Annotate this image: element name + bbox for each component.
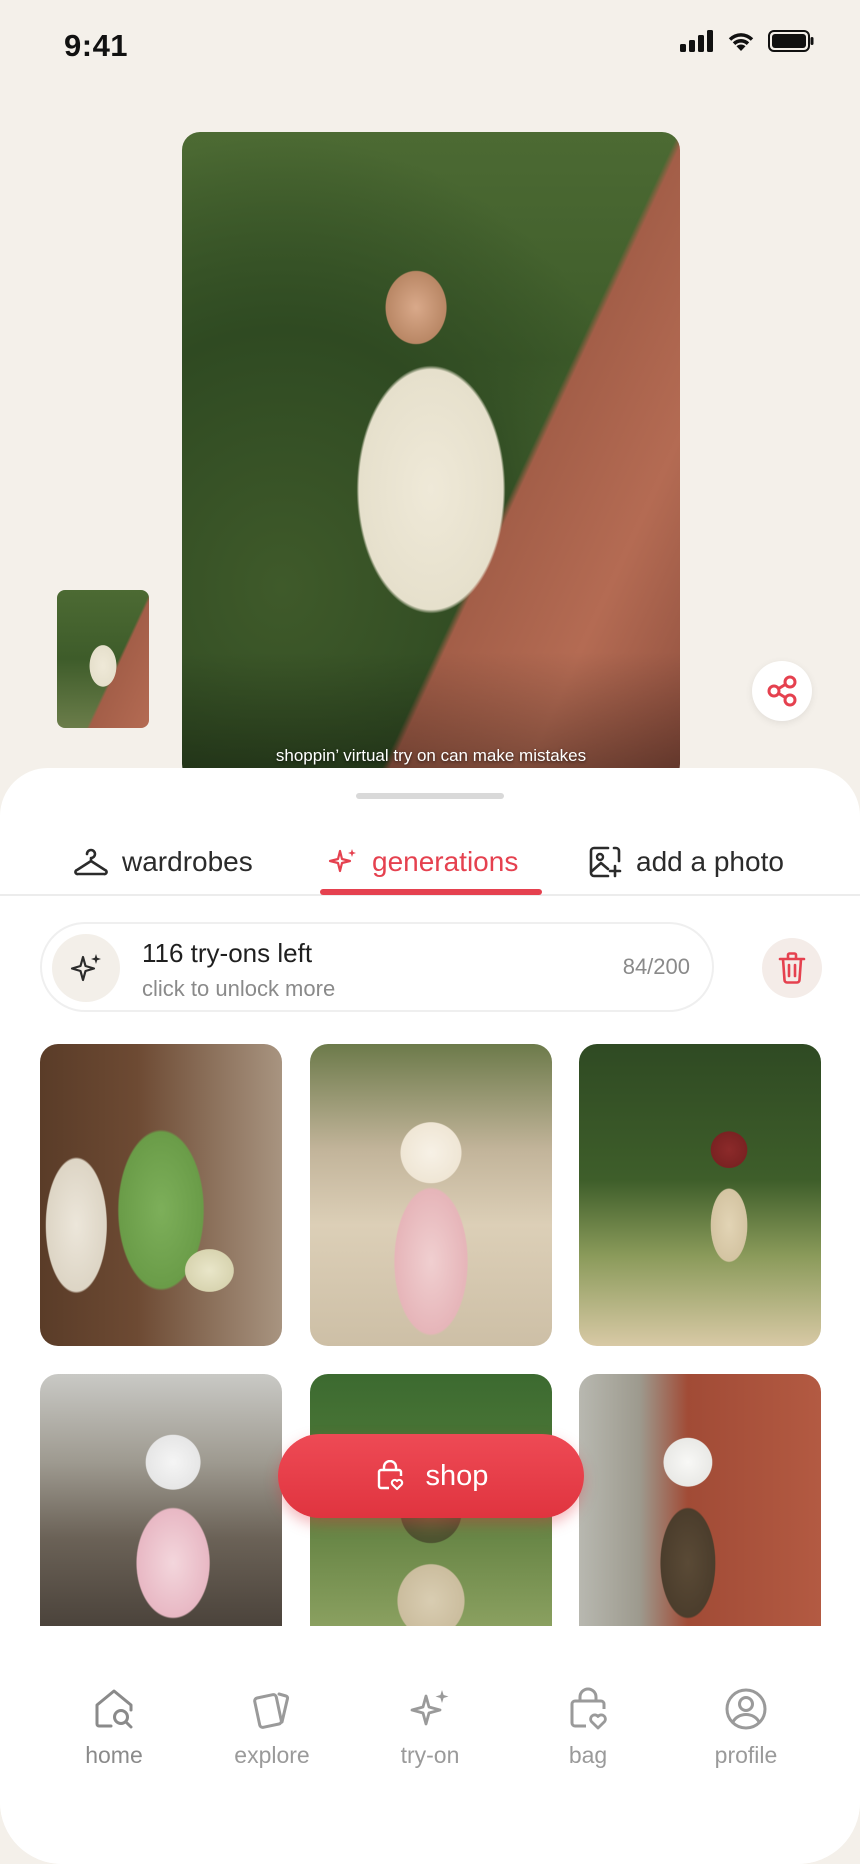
sparkle-badge [52,934,120,1002]
nav-home[interactable]: home [44,1686,184,1769]
battery-icon [768,30,814,52]
nav-label: bag [568,1742,608,1768]
sheet-drag-handle[interactable] [356,793,504,799]
bottom-sheet: wardrobes generations add a photo 116 tr… [0,768,860,1864]
delete-button[interactable] [762,938,822,998]
tab-label: wardrobes [122,846,253,877]
tryon-result-photo[interactable]: shoppin’ virtual try on can make mistake… [182,132,680,782]
nav-label: try-on [400,1742,460,1768]
sparkle-icon [328,849,356,873]
nav-try-on[interactable]: try-on [360,1686,500,1769]
nav-profile[interactable]: profile [676,1686,816,1769]
sparkle-icon [410,1690,449,1726]
generation-thumbnail[interactable] [310,1044,552,1346]
generation-thumbnail[interactable] [579,1374,821,1626]
status-time: 9:41 [64,28,129,63]
trash-icon [778,952,806,984]
generation-thumbnail[interactable] [40,1044,282,1346]
bag-heart-icon [570,1687,607,1730]
bottom-navigation: home explore try-on bag profile [0,1626,860,1864]
tab-bar: wardrobes generations add a photo [0,828,860,896]
generation-thumbnail[interactable] [579,1044,821,1346]
app-screen: 9:41 shoppin’ virtual try on can make mi… [0,0,860,1864]
tab-label: add a photo [636,846,784,877]
nav-explore[interactable]: explore [202,1686,342,1769]
source-photo-thumbnail[interactable] [57,590,149,728]
tryons-left-text: 116 try-ons left [142,938,313,968]
nav-label: explore [234,1742,310,1768]
tryons-remaining-card[interactable]: 116 try-ons left click to unlock more 84… [40,922,714,1012]
shop-label: shop [425,1459,489,1492]
tab-add-photo[interactable]: add a photo [588,828,784,896]
hanger-icon [74,848,108,876]
unlock-more-link[interactable]: click to unlock more [142,976,335,1002]
cards-icon [253,1692,290,1729]
bag-heart-icon [377,1460,403,1491]
tab-wardrobes[interactable]: wardrobes [74,828,253,896]
share-icon [767,675,797,707]
home-search-icon [95,1689,133,1729]
signal-icon [680,30,713,52]
generation-thumbnail[interactable] [40,1374,282,1626]
add-photo-icon [589,846,622,878]
wifi-icon [728,33,754,51]
nav-bag[interactable]: bag [518,1686,658,1769]
profile-icon [725,1688,767,1730]
disclaimer-caption: shoppin’ virtual try on can make mistake… [275,746,587,765]
nav-label: home [85,1742,143,1768]
active-tab-indicator [320,889,542,895]
tryons-count: 84/200 [622,954,690,979]
status-bar: 9:41 [0,0,860,95]
status-icons [680,30,814,52]
sparkle-icon [70,954,101,982]
tab-generations[interactable]: generations [328,828,518,896]
shop-button[interactable]: shop [278,1434,584,1518]
nav-label: profile [714,1742,778,1768]
tab-label: generations [372,846,519,877]
share-button[interactable] [752,661,812,721]
